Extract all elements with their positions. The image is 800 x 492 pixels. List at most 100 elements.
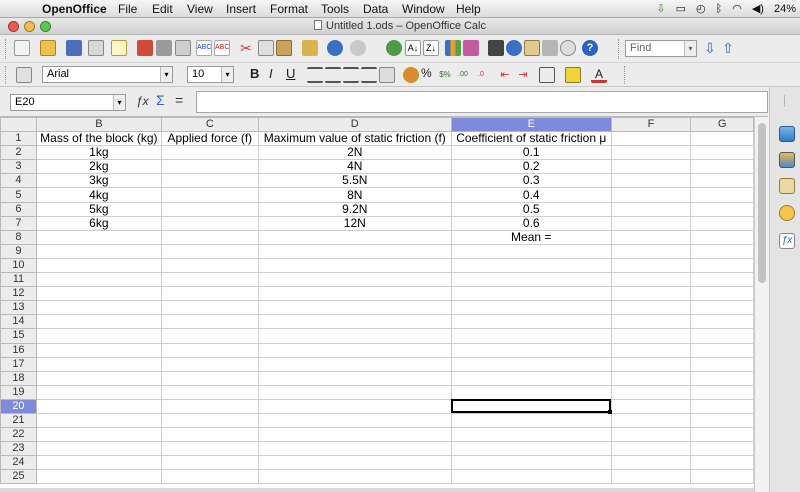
- cell[interactable]: [160, 229, 259, 245]
- row-header[interactable]: 1: [0, 131, 37, 147]
- row-header[interactable]: 4: [0, 173, 37, 189]
- chevron-down-icon[interactable]: ▾: [113, 95, 125, 110]
- data-sources-icon[interactable]: [542, 40, 558, 56]
- cell[interactable]: [257, 272, 452, 288]
- row-header[interactable]: 22: [0, 427, 37, 443]
- percent-format-button[interactable]: %: [421, 66, 432, 80]
- cell[interactable]: [450, 286, 612, 302]
- cell[interactable]: [450, 469, 612, 485]
- cell[interactable]: [690, 441, 754, 457]
- volume-icon[interactable]: ◀): [752, 2, 764, 15]
- export-pdf-icon[interactable]: [137, 40, 153, 56]
- cell[interactable]: [610, 441, 692, 457]
- cell[interactable]: [257, 243, 452, 259]
- cell[interactable]: [257, 229, 452, 245]
- cell[interactable]: [610, 286, 692, 302]
- autospellcheck-icon[interactable]: ABC: [214, 40, 230, 56]
- cell[interactable]: [610, 300, 692, 316]
- font-name-combo[interactable]: Arial ▾: [42, 66, 173, 83]
- email-icon[interactable]: [88, 40, 104, 56]
- cell[interactable]: [35, 300, 162, 316]
- cell[interactable]: [690, 201, 754, 217]
- row-header[interactable]: 17: [0, 356, 37, 372]
- time-machine-icon[interactable]: ◴: [696, 2, 706, 15]
- cell[interactable]: [610, 272, 692, 288]
- cell[interactable]: [610, 201, 692, 217]
- cell[interactable]: [450, 455, 612, 471]
- cell[interactable]: [450, 257, 612, 274]
- find-next-icon[interactable]: ⇩: [702, 40, 718, 56]
- cell[interactable]: 0.4: [450, 187, 612, 203]
- cell[interactable]: 0.2: [450, 159, 612, 175]
- cell[interactable]: [160, 201, 259, 217]
- cell[interactable]: 4N: [257, 159, 452, 175]
- chevron-down-icon[interactable]: ▾: [221, 67, 233, 82]
- row-header[interactable]: 13: [0, 300, 37, 316]
- cell[interactable]: [690, 356, 754, 372]
- justify-icon[interactable]: [361, 67, 377, 83]
- increase-indent-icon[interactable]: ⇥: [515, 67, 531, 83]
- clone-formatting-icon[interactable]: [302, 40, 318, 56]
- column-header-c[interactable]: C: [160, 117, 259, 133]
- column-header-b[interactable]: B: [35, 117, 162, 133]
- bluetooth-icon[interactable]: ᛒ: [716, 3, 723, 15]
- toolbar-grip[interactable]: [5, 66, 7, 84]
- cell[interactable]: 4kg: [35, 187, 162, 203]
- cell[interactable]: [160, 398, 259, 414]
- select-all-corner[interactable]: [0, 117, 37, 133]
- cell[interactable]: 0.3: [450, 173, 612, 189]
- cell[interactable]: [610, 342, 692, 358]
- cell[interactable]: [610, 314, 692, 330]
- row-header[interactable]: 16: [0, 342, 37, 358]
- cell[interactable]: [690, 342, 754, 358]
- print-preview-icon[interactable]: [175, 40, 191, 56]
- cell[interactable]: [610, 159, 692, 175]
- cell[interactable]: [35, 412, 162, 429]
- cell[interactable]: [610, 187, 692, 203]
- scrollbar-thumb[interactable]: [758, 123, 766, 283]
- chevron-down-icon[interactable]: ▾: [160, 67, 172, 82]
- cell[interactable]: 6kg: [35, 215, 162, 231]
- cell-table[interactable]: B C D E F G 1 Mass of the block (kg) Appli…: [0, 117, 754, 485]
- zoom-icon[interactable]: [560, 40, 576, 56]
- cell[interactable]: [610, 427, 692, 443]
- gallery-sidebar-icon[interactable]: [779, 178, 795, 194]
- menu-edit[interactable]: Edit: [152, 2, 173, 16]
- cell[interactable]: [35, 229, 162, 245]
- cell[interactable]: [257, 314, 452, 330]
- cell[interactable]: [690, 229, 754, 245]
- cell[interactable]: [690, 173, 754, 189]
- navigator-sidebar-icon[interactable]: [779, 205, 795, 221]
- cell[interactable]: Mass of the block (kg): [35, 131, 162, 147]
- hyperlink-icon[interactable]: [386, 40, 402, 56]
- help-icon[interactable]: ?: [582, 40, 598, 56]
- bold-button[interactable]: B: [250, 66, 259, 81]
- row-header[interactable]: 21: [0, 412, 37, 429]
- gallery-icon[interactable]: [524, 40, 540, 56]
- horizontal-scrollbar[interactable]: [0, 488, 754, 492]
- add-decimal-icon[interactable]: .00: [455, 67, 471, 83]
- cell[interactable]: [160, 412, 259, 429]
- cell[interactable]: [450, 272, 612, 288]
- menu-data[interactable]: Data: [363, 2, 388, 16]
- menu-tools[interactable]: Tools: [321, 2, 349, 16]
- redo-icon[interactable]: [350, 40, 366, 56]
- column-header-f[interactable]: F: [610, 117, 692, 133]
- draw-functions-icon[interactable]: [463, 40, 479, 56]
- menu-insert[interactable]: Insert: [226, 2, 256, 16]
- edit-file-icon[interactable]: [111, 40, 127, 56]
- battery-percent[interactable]: 24%: [774, 3, 796, 15]
- sort-ascending-icon[interactable]: A↓: [405, 40, 421, 56]
- cell[interactable]: [160, 159, 259, 175]
- cell[interactable]: [257, 398, 452, 414]
- cell[interactable]: [450, 328, 612, 344]
- spreadsheet-grid[interactable]: B C D E F G 1 Mass of the block (kg) Appli…: [0, 117, 754, 492]
- row-header[interactable]: 24: [0, 455, 37, 471]
- cell[interactable]: [257, 384, 452, 400]
- function-wizard-icon[interactable]: ƒx: [136, 94, 149, 108]
- cell[interactable]: [35, 272, 162, 288]
- paste-icon[interactable]: [276, 40, 292, 56]
- row-header[interactable]: 7: [0, 215, 37, 231]
- cell[interactable]: [257, 257, 452, 274]
- row-header[interactable]: 10: [0, 257, 37, 274]
